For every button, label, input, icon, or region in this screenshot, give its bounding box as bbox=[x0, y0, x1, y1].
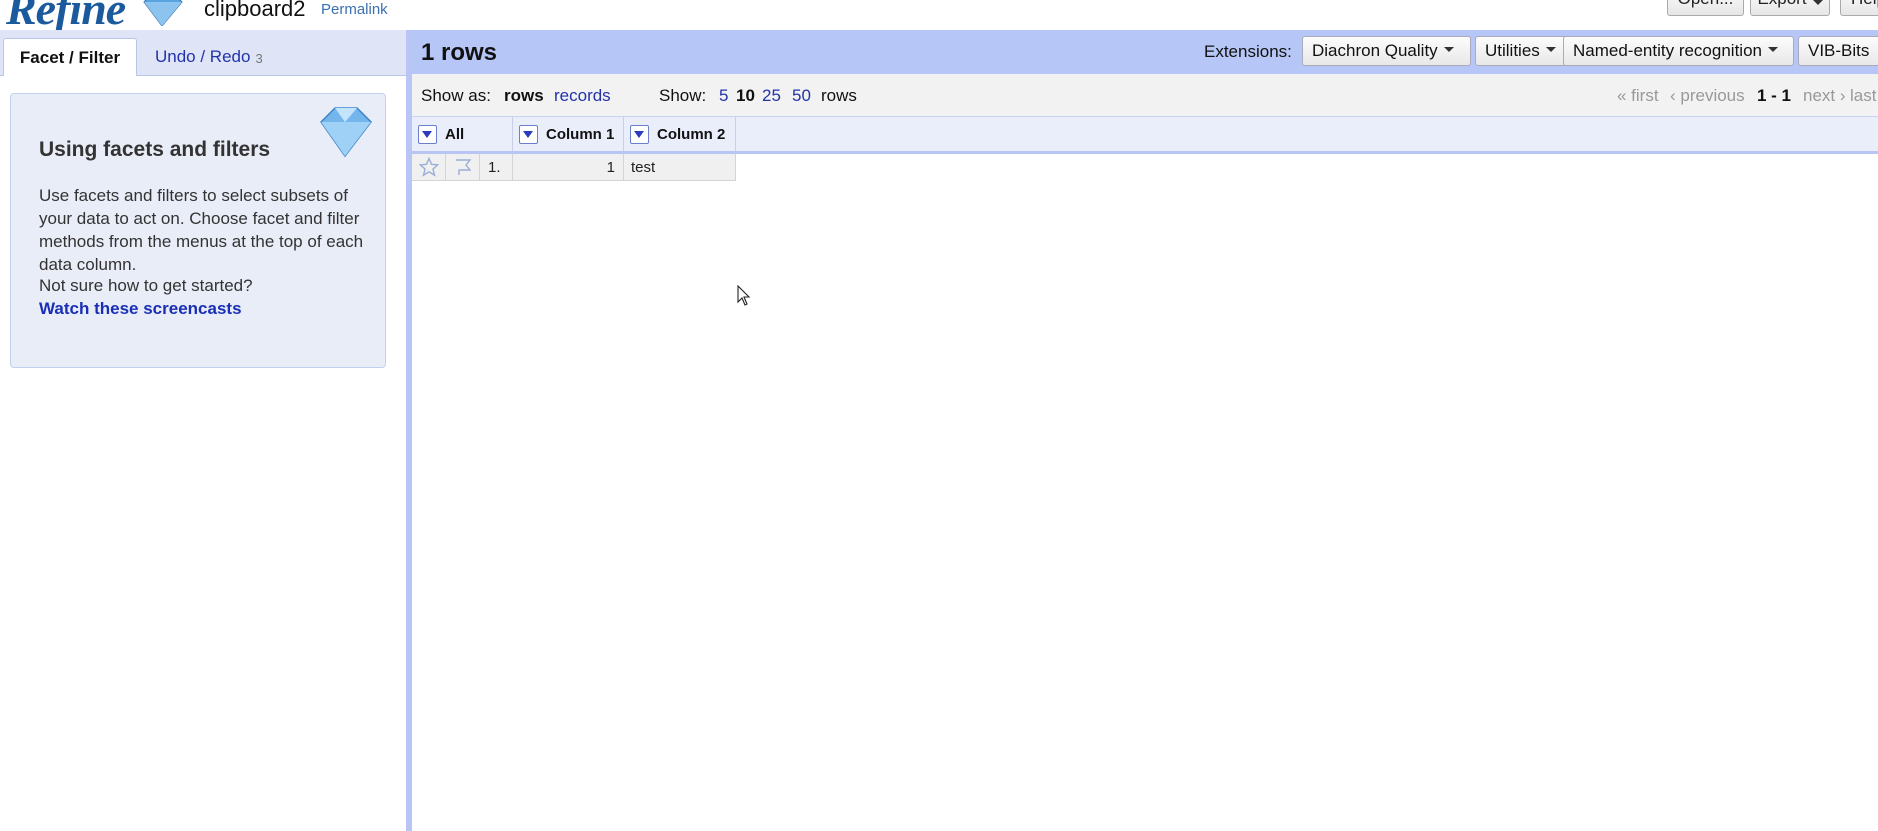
diamond-logo-icon bbox=[143, 0, 183, 26]
diamond-icon bbox=[320, 107, 372, 158]
column-header-label: Column 1 bbox=[546, 125, 615, 143]
export-button-label: Export bbox=[1757, 0, 1806, 9]
flag-cell bbox=[446, 154, 480, 181]
export-button[interactable]: Export bbox=[1750, 0, 1830, 16]
chevron-down-icon bbox=[1767, 46, 1778, 52]
pager-next[interactable]: next › bbox=[1803, 86, 1846, 106]
utilities-label: Utilities bbox=[1485, 41, 1540, 60]
left-tab-bar: Facet / Filter Undo / Redo 3 bbox=[0, 30, 406, 76]
pager-range: 1 - 1 bbox=[1757, 86, 1792, 105]
chevron-down-icon bbox=[1812, 0, 1823, 5]
flag-icon[interactable] bbox=[453, 157, 473, 177]
pager-last[interactable]: last » bbox=[1850, 86, 1878, 106]
tab-facet-filter[interactable]: Facet / Filter bbox=[3, 38, 137, 76]
screencasts-link[interactable]: Watch these screencasts bbox=[39, 299, 242, 319]
show-label: Show: bbox=[659, 86, 707, 105]
cell-column-1[interactable]: 1 bbox=[513, 154, 624, 181]
vib-bits-menu[interactable]: VIB-Bits bbox=[1798, 36, 1878, 66]
cell-column-2[interactable]: test bbox=[624, 154, 736, 181]
show-as-rows: rows bbox=[504, 86, 544, 105]
tab-facet-filter-label: Facet / Filter bbox=[19, 47, 121, 67]
rows-suffix: rows bbox=[821, 86, 857, 105]
data-panel: 1 rows Extensions: Diachron Quality Util… bbox=[412, 30, 1878, 831]
view-options-bar: Show as: rows records Show: 5 10 25 50 r… bbox=[412, 74, 1878, 117]
column-header-column-2: Column 2 bbox=[624, 117, 736, 151]
extensions-label: Extensions: bbox=[1204, 42, 1292, 61]
undo-count-badge: 3 bbox=[255, 51, 263, 66]
diachron-quality-menu[interactable]: Diachron Quality bbox=[1302, 36, 1471, 66]
tab-undo-redo[interactable]: Undo / Redo 3 bbox=[155, 38, 285, 76]
column-menu-dropdown-icon[interactable] bbox=[519, 124, 538, 144]
page-size-10[interactable]: 10 bbox=[736, 86, 755, 106]
help-button-label: Help bbox=[1851, 0, 1878, 9]
row-index: 1. bbox=[480, 154, 513, 181]
chevron-down-icon bbox=[1443, 46, 1454, 52]
column-header-column-1: Column 1 bbox=[513, 117, 624, 151]
chevron-down-icon bbox=[1545, 46, 1556, 52]
pager-first[interactable]: « first bbox=[1617, 86, 1659, 106]
page-size-25[interactable]: 25 bbox=[762, 86, 781, 106]
open-button[interactable]: Open... bbox=[1667, 0, 1744, 16]
permalink-link[interactable]: Permalink bbox=[321, 1, 388, 18]
utilities-menu[interactable]: Utilities bbox=[1475, 36, 1570, 66]
left-panel: Facet / Filter Undo / Redo 3 Using facet… bbox=[0, 30, 406, 831]
star-cell bbox=[412, 154, 446, 181]
facet-help-box: Using facets and filters Use facets and … bbox=[10, 93, 386, 368]
named-entity-recognition-label: Named-entity recognition bbox=[1573, 41, 1762, 60]
column-menu-dropdown-icon[interactable] bbox=[630, 124, 649, 144]
show-as-records-link[interactable]: records bbox=[554, 86, 611, 106]
column-menu-dropdown-icon[interactable] bbox=[418, 124, 437, 144]
tab-undo-redo-label: Undo / Redo bbox=[155, 47, 251, 66]
help-body: Use facets and filters to select subsets… bbox=[39, 186, 364, 274]
diachron-quality-label: Diachron Quality bbox=[1312, 41, 1438, 60]
help-button[interactable]: Help bbox=[1840, 0, 1878, 16]
pager-previous[interactable]: ‹ previous bbox=[1670, 86, 1745, 106]
vib-bits-label: VIB-Bits bbox=[1808, 41, 1870, 60]
page-size-50[interactable]: 50 bbox=[792, 86, 811, 106]
app-header: Refine clipboard2 Permalink Open... Expo… bbox=[0, 0, 1878, 34]
row-count: 1 rows bbox=[421, 39, 498, 66]
grid-header: All Column 1 Column 2 bbox=[412, 117, 1878, 154]
summary-bar: 1 rows Extensions: Diachron Quality Util… bbox=[412, 30, 1878, 74]
column-header-label: All bbox=[445, 125, 465, 143]
named-entity-recognition-menu[interactable]: Named-entity recognition bbox=[1563, 36, 1794, 66]
help-question: Not sure how to get started? bbox=[39, 276, 253, 295]
open-button-label: Open... bbox=[1678, 0, 1734, 9]
column-header-all: All bbox=[412, 117, 513, 151]
mouse-cursor-icon bbox=[737, 285, 751, 306]
page-size-5[interactable]: 5 bbox=[719, 86, 728, 106]
help-title: Using facets and filters bbox=[39, 138, 271, 161]
show-as-label: Show as: bbox=[421, 86, 491, 105]
project-name[interactable]: clipboard2 bbox=[204, 0, 306, 22]
star-icon[interactable] bbox=[418, 157, 439, 177]
column-header-label: Column 2 bbox=[657, 125, 726, 143]
